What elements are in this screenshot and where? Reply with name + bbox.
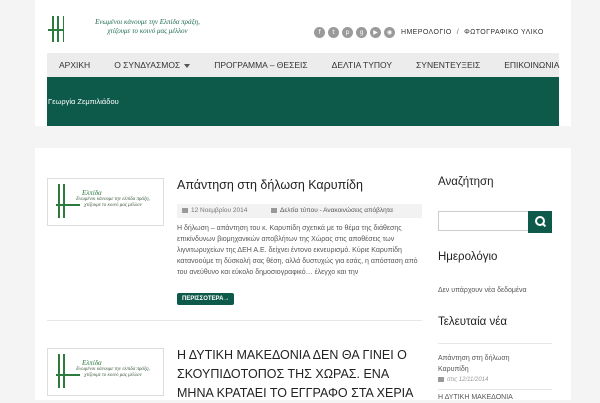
post-date-text: 12 Νοεμβρίου 2014	[191, 207, 248, 214]
post-thumbnail[interactable]: Ελπίδα Ενωμένοι κάνουμε την ελπίδα πράξη…	[47, 178, 164, 226]
calendar-icon	[182, 207, 188, 213]
post-title[interactable]: Η ΔΥΤΙΚΗ ΜΑΚΕΔΟΝΙΑ ΔΕΝ ΘΑ ΓΙΝΕΙ Ο ΣΚΟΥΠΙ…	[177, 346, 422, 403]
top-links-separator: /	[456, 29, 460, 36]
logo-mark-icon	[48, 16, 64, 42]
post-thumbnail[interactable]: Ελπίδα Ενωμένοι κάνουμε την ελπίδα πράξη…	[47, 348, 164, 396]
thumb-tagline: Ενωμένοι κάνουμε την ελπίδα πράξη, χτίζο…	[76, 197, 150, 208]
logo-tagline-line2: χτίζουμε το κοινό μας μέλλον	[107, 27, 188, 35]
twitter-icon[interactable]: t	[328, 27, 339, 38]
post-date: 12 Νοεμβρίου 2014	[182, 204, 247, 218]
read-more-button[interactable]: ΠΕΡΙΣΣΟΤΕΡΑ→	[177, 293, 235, 305]
thumb-brand: Ελπίδα	[82, 189, 102, 197]
youtube-icon[interactable]: ▶	[370, 27, 381, 38]
pinterest-icon[interactable]: p	[342, 27, 353, 38]
latest-divider	[438, 343, 552, 344]
calendar-link[interactable]: ΗΜΕΡΟΛΟΓΙΟ	[401, 29, 452, 36]
nav-item-interviews[interactable]: ΣΥΝΕΝΤΕΥΞΕΙΣ	[404, 53, 492, 77]
search-heading: Αναζήτηση	[438, 176, 494, 188]
post-meta: 12 Νοεμβρίου 2014 Δελτία τύπου - Ανακοιν…	[177, 204, 422, 218]
nav-item-program[interactable]: ΠΡΟΓΡΑΜΜΑ – ΘΕΣΕΙΣ	[202, 53, 319, 77]
thumb-brand: Ελπίδα	[82, 359, 102, 367]
latest-divider	[438, 389, 552, 390]
thumb-tagline: Ενωμένοι κάνουμε την ελπίδα πράξη, χτίζο…	[76, 367, 150, 378]
site-header: Ενωμένοι κάνουμε την Ελπίδα πράξη, χτίζο…	[35, 0, 571, 53]
nav-band: ΑΡΧΙΚΗ Ο ΣΥΝΔΥΑΣΜΟΣ ΠΡΟΓΡΑΜΜΑ – ΘΕΣΕΙΣ Δ…	[47, 53, 559, 126]
nav-item-contact[interactable]: ΕΠΙΚΟΙΝΩΝΙΑ	[492, 53, 571, 77]
google-plus-icon[interactable]: g	[356, 27, 367, 38]
post-item: Ελπίδα Ενωμένοι κάνουμε την ελπίδα πράξη…	[47, 346, 422, 400]
content-top-band	[35, 126, 571, 148]
post-category-text[interactable]: Δελτία τύπου - Ανακοινώσεις απόβλητα	[280, 207, 393, 214]
rss-icon[interactable]: ◉	[384, 27, 395, 38]
nav-item-home[interactable]: ΑΡΧΙΚΗ	[47, 53, 102, 77]
latest-news-date: στις 12/11/2014	[438, 377, 488, 383]
page-title: Γεωργία Ζεμπιλιάδου	[48, 97, 119, 106]
latest-news-heading: Τελευταία νέα	[438, 316, 508, 328]
social-icons: f t p g ▶ ◉	[314, 27, 398, 39]
calendar-empty-text: Δεν υπάρχουν νέα δεδομένα	[438, 287, 527, 294]
main-nav: ΑΡΧΙΚΗ Ο ΣΥΝΔΥΑΣΜΟΣ ΠΡΟΓΡΑΜΜΑ – ΘΕΣΕΙΣ Δ…	[47, 53, 559, 77]
calendar-heading: Ημερολόγιο	[438, 251, 498, 263]
post-category[interactable]: Δελτία τύπου - Ανακοινώσεις απόβλητα	[271, 204, 393, 218]
post-title[interactable]: Απάντηση στη δήλωση Καρυπίδη	[177, 176, 422, 194]
latest-news-title-line2[interactable]: Καρυπίδη	[438, 364, 510, 375]
site-logo[interactable]: Ενωμένοι κάνουμε την Ελπίδα πράξη, χτίζο…	[47, 16, 207, 42]
calendar-icon	[438, 377, 444, 382]
top-links: ΗΜΕΡΟΛΟΓΙΟ / ΦΩΤΟΓΡΑΦΙΚΟ ΥΛΙΚΟ	[401, 27, 544, 39]
latest-news-item[interactable]: Απάντηση στη δήλωση Καρυπίδη	[438, 353, 510, 375]
nav-item-coalition[interactable]: Ο ΣΥΝΔΥΑΣΜΟΣ	[102, 53, 202, 77]
post-item: Ελπίδα Ενωμένοι κάνουμε την ελπίδα πράξη…	[47, 176, 422, 316]
logo-tagline: Ενωμένοι κάνουμε την Ελπίδα πράξη, χτίζο…	[75, 18, 220, 36]
latest-news-date-text: στις 12/11/2014	[447, 377, 489, 384]
logo-tagline-line1: Ενωμένοι κάνουμε την Ελπίδα πράξη,	[95, 18, 200, 26]
photo-material-link[interactable]: ΦΩΤΟΓΡΑΦΙΚΟ ΥΛΙΚΟ	[464, 29, 544, 36]
search-input[interactable]	[438, 211, 529, 231]
post-divider	[47, 320, 422, 321]
search-button[interactable]	[528, 211, 552, 233]
nav-item-press-releases[interactable]: ΔΕΛΤΙΑ ΤΥΠΟΥ	[320, 53, 404, 77]
facebook-icon[interactable]: f	[314, 27, 325, 38]
page: Ενωμένοι κάνουμε την Ελπίδα πράξη, χτίζο…	[35, 0, 571, 401]
folder-icon	[271, 207, 277, 213]
post-excerpt: Η δήλωση – απάντηση του κ. Καρυπίδη σχετ…	[177, 225, 418, 276]
latest-news-title-line1[interactable]: Απάντηση στη δήλωση	[438, 353, 510, 364]
